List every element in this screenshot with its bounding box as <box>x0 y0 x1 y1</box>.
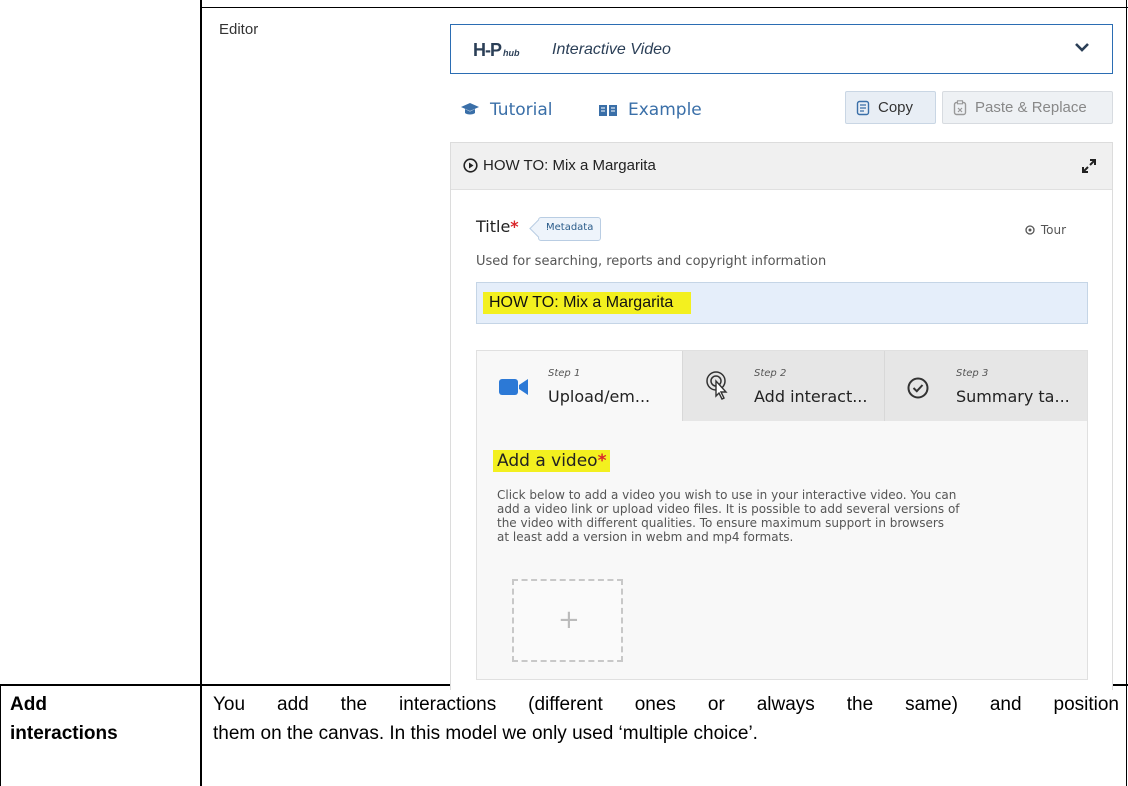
row-description: You add the interactions (different ones… <box>213 694 1119 744</box>
title-input-value: HOW TO: Mix a Margarita <box>483 292 692 314</box>
check-circle-icon <box>907 377 929 399</box>
open-book-icon <box>599 105 617 116</box>
paste-replace-button[interactable]: Paste & Replace <box>942 91 1113 124</box>
add-video-button[interactable]: + <box>512 579 623 662</box>
editor-label: Editor <box>219 21 259 38</box>
step-2-number: Step 2 <box>754 368 787 379</box>
clipboard-icon <box>953 99 967 115</box>
example-link[interactable]: Example <box>598 100 702 120</box>
tab-step-3[interactable]: Step 3 Summary ta... <box>884 351 1087 421</box>
h5p-hub-logo: H-P hub <box>473 40 520 60</box>
content-type-name: Interactive Video <box>552 41 671 58</box>
step-2-name: Add interact... <box>754 387 868 406</box>
copy-label: Copy <box>878 99 914 116</box>
title-input[interactable]: HOW TO: Mix a Margarita <box>476 282 1088 324</box>
title-field-label: Title* <box>476 217 519 236</box>
paste-replace-label: Paste & Replace <box>975 99 1087 116</box>
tour-label: Tour <box>1040 223 1066 237</box>
graduation-cap-icon <box>461 103 479 115</box>
tab-step-1[interactable]: Step 1 Upload/em... <box>477 351 682 421</box>
title-description: Used for searching, reports and copyrigh… <box>476 254 827 269</box>
touch-icon <box>706 371 728 400</box>
table-top-border <box>200 7 1128 8</box>
row-label: Add interactions <box>10 694 118 744</box>
required-asterisk: * <box>510 217 519 236</box>
step-1-name: Upload/em... <box>548 387 651 406</box>
video-camera-icon <box>499 379 528 395</box>
panel-header: HOW TO: Mix a Margarita <box>451 143 1112 190</box>
tab-step-2[interactable]: Step 2 Add interact... <box>682 351 884 421</box>
copy-button[interactable]: Copy <box>845 91 936 124</box>
wizard: Step 1 Upload/em... Step 2 Add interact.… <box>476 350 1088 680</box>
tour-icon <box>1025 225 1035 235</box>
content-type-selector[interactable]: H-P hub Interactive Video <box>450 24 1113 74</box>
h5p-editor: H-P hub Interactive Video Tutorial Exampl… <box>450 24 1115 690</box>
copy-icon <box>856 100 870 115</box>
step-3-number: Step 3 <box>956 368 989 379</box>
example-label: Example <box>628 100 702 120</box>
required-asterisk: * <box>597 451 607 471</box>
panel-title: HOW TO: Mix a Margarita <box>483 157 656 174</box>
step-3-name: Summary ta... <box>956 387 1070 406</box>
tutorial-label: Tutorial <box>490 100 553 120</box>
fullscreen-icon[interactable] <box>1080 157 1098 175</box>
chevron-down-icon[interactable] <box>1074 39 1090 55</box>
plus-icon: + <box>558 605 580 635</box>
content-panel: HOW TO: Mix a Margarita Title* Metadata … <box>450 142 1113 690</box>
tour-button[interactable]: Tour <box>1025 223 1066 237</box>
table-column-divider <box>200 0 202 786</box>
tutorial-link[interactable]: Tutorial <box>460 100 553 120</box>
metadata-button[interactable]: Metadata <box>538 217 602 241</box>
add-video-heading: Add a video* <box>493 450 611 472</box>
table-left-border <box>0 684 1 786</box>
step-1-number: Step 1 <box>548 368 581 379</box>
panel-body: Title* Metadata Tour Used for searching,… <box>451 190 1112 690</box>
add-video-description: Click below to add a video you wish to u… <box>497 488 960 544</box>
play-circle-icon <box>463 158 478 173</box>
table-right-border <box>1126 0 1127 786</box>
